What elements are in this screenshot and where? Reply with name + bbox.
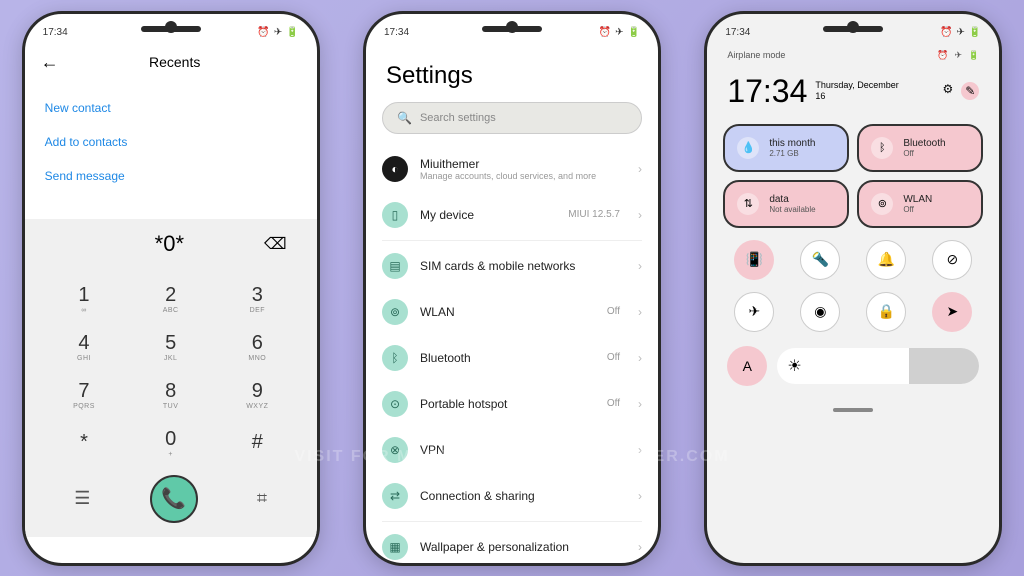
dialed-number: *0* <box>75 231 264 257</box>
settings-item[interactable]: ⊗VPN› <box>366 427 658 473</box>
keypad-toggle-icon[interactable]: ⌗ <box>257 488 267 509</box>
account-item[interactable]: ◐ MiuithemerManage accounts, cloud servi… <box>366 146 658 192</box>
menu-icon[interactable]: ☰ <box>74 488 90 509</box>
key-5[interactable]: 5JKL <box>127 323 214 371</box>
add-to-contacts-link[interactable]: Add to contacts <box>45 125 297 159</box>
settings-item[interactable]: ⊙Portable hotspotOff› <box>366 381 658 427</box>
key-7[interactable]: 7PQRS <box>41 371 128 419</box>
clock-time: 17:34 <box>727 73 807 110</box>
phone-control-center: 17:34 ⏰✈🔋 Airplane mode ⏰✈🔋 17:34 Thursd… <box>704 11 1002 566</box>
my-device-item[interactable]: ▯ My device MIUI 12.5.7 › <box>366 192 658 238</box>
toggle-circle[interactable]: ◉ <box>800 292 840 332</box>
keypad: 1∞2ABC3DEF 4GHI5JKL6MNO 7PQRS8TUV9WXYZ *0+# <box>25 269 317 467</box>
key-4[interactable]: 4GHI <box>41 323 128 371</box>
edit-icon[interactable]: ✎ <box>961 82 979 100</box>
drag-handle[interactable] <box>833 408 873 412</box>
key-0[interactable]: 0+ <box>127 419 214 467</box>
status-icons: ⏰✈🔋 <box>257 27 298 38</box>
call-button[interactable]: 📞 <box>150 475 198 523</box>
tile-wlan[interactable]: ⊚WLANOff <box>857 180 983 228</box>
send-message-link[interactable]: Send message <box>45 159 297 193</box>
new-contact-link[interactable]: New contact <box>45 91 297 125</box>
phone-settings: 17:34 ⏰✈🔋 Settings 🔍 Search settings ◐ M… <box>363 11 661 566</box>
search-input[interactable]: 🔍 Search settings <box>382 102 642 134</box>
settings-item[interactable]: ▤SIM cards & mobile networks› <box>366 243 658 289</box>
device-icon: ▯ <box>382 202 408 228</box>
key-*[interactable]: * <box>41 419 128 467</box>
search-placeholder: Search settings <box>420 112 496 124</box>
key-2[interactable]: 2ABC <box>127 275 214 323</box>
key-#[interactable]: # <box>214 419 301 467</box>
settings-item[interactable]: ⊚WLANOff› <box>366 289 658 335</box>
page-title: Recents <box>99 54 251 70</box>
toggle-circle[interactable]: 🔦 <box>800 240 840 280</box>
tile-data[interactable]: ⇅dataNot available <box>723 180 849 228</box>
key-8[interactable]: 8TUV <box>127 371 214 419</box>
settings-item[interactable]: ⇄Connection & sharing› <box>366 473 658 519</box>
backspace-icon[interactable]: ⌫ <box>264 234 287 254</box>
toggle-circle[interactable]: 🔔 <box>866 240 906 280</box>
brightness-icon: ☀ <box>787 356 801 376</box>
tile-bluetooth[interactable]: ᛒBluetoothOff <box>857 124 983 172</box>
brightness-slider[interactable]: ☀ <box>777 348 979 384</box>
avatar-icon: ◐ <box>382 156 408 182</box>
status-time: 17:34 <box>384 27 409 38</box>
settings-item[interactable]: ᛒBluetoothOff› <box>366 335 658 381</box>
gear-icon[interactable]: ⚙ <box>942 82 953 100</box>
search-icon: 🔍 <box>397 111 412 125</box>
toggle-circle[interactable]: ➤ <box>932 292 972 332</box>
key-9[interactable]: 9WXYZ <box>214 371 301 419</box>
toggle-circle[interactable]: 📳 <box>734 240 774 280</box>
key-1[interactable]: 1∞ <box>41 275 128 323</box>
status-icons: ⏰✈🔋 <box>599 27 640 38</box>
toggle-circle[interactable]: ✈ <box>734 292 774 332</box>
tile-this-month[interactable]: 💧this month2.71 GB <box>723 124 849 172</box>
settings-title: Settings <box>366 44 658 98</box>
back-icon[interactable]: ← <box>41 52 59 73</box>
mode-label: Airplane mode <box>727 50 785 61</box>
chevron-right-icon: › <box>638 208 642 222</box>
status-time: 17:34 <box>43 27 68 38</box>
status-icons: ⏰✈🔋 <box>940 27 981 38</box>
key-3[interactable]: 3DEF <box>214 275 301 323</box>
settings-item[interactable]: ▦Wallpaper & personalization› <box>366 524 658 566</box>
key-6[interactable]: 6MNO <box>214 323 301 371</box>
auto-brightness-toggle[interactable]: A <box>727 346 767 386</box>
top-icons: ⏰✈🔋 <box>937 50 979 61</box>
toggle-circle[interactable]: ⊘ <box>932 240 972 280</box>
status-time: 17:34 <box>725 27 750 38</box>
chevron-right-icon: › <box>638 162 642 176</box>
phone-dialer: 17:34 ⏰✈🔋 ← Recents New contact Add to c… <box>22 11 320 566</box>
toggle-circle[interactable]: 🔒 <box>866 292 906 332</box>
